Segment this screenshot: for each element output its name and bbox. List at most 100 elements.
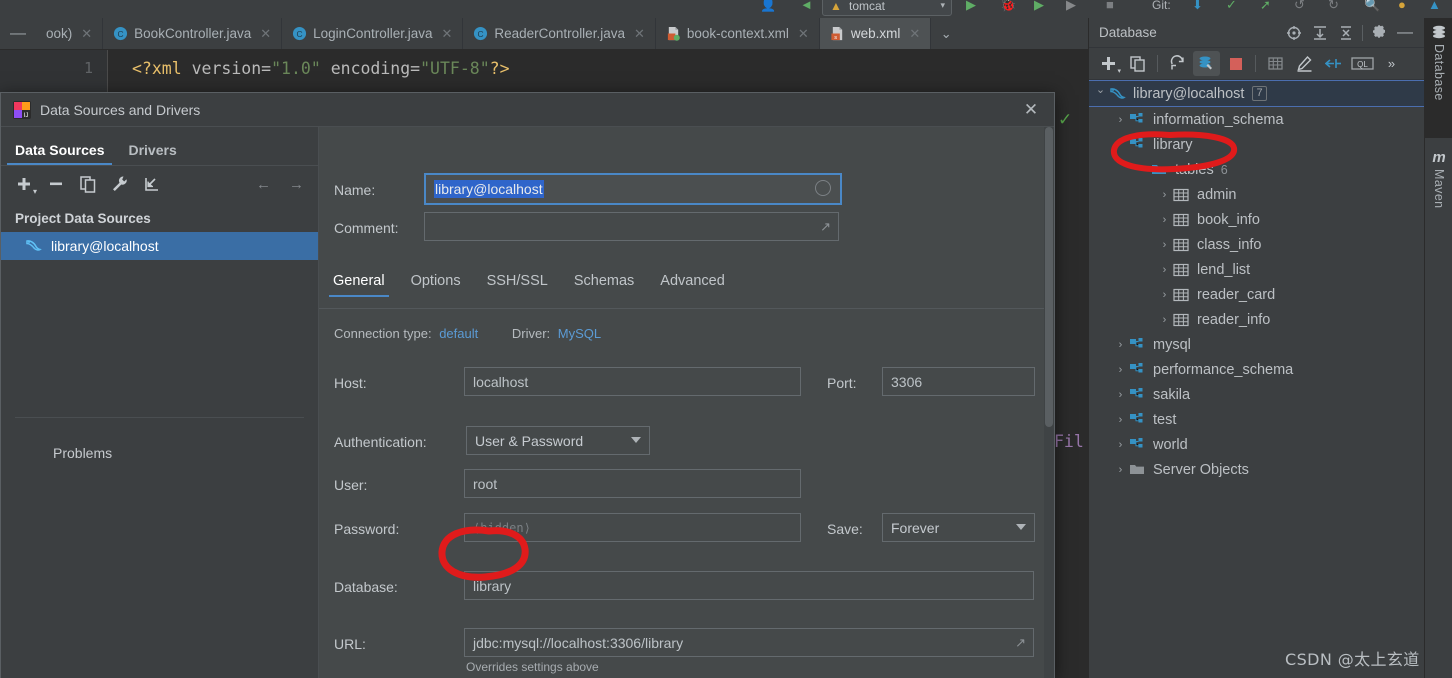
data-source-properties-icon[interactable] <box>1193 51 1220 76</box>
expand-icon[interactable]: ↗ <box>820 219 831 235</box>
tree-node-server-objects[interactable]: Server Objects <box>1089 457 1424 482</box>
database-panel-toolbar[interactable]: ▾ QL » <box>1089 48 1424 80</box>
database-tree[interactable]: library@localhost 7 information_schema l… <box>1089 80 1424 482</box>
tab-general[interactable]: General <box>329 273 389 297</box>
user-input[interactable]: root <box>464 469 801 498</box>
tab-options[interactable]: Options <box>411 273 461 297</box>
add-icon[interactable]: ▾ <box>1095 51 1122 76</box>
data-sources-and-drivers-dialog[interactable]: IJ Data Sources and Drivers ✕ Data Sourc… <box>0 92 1055 678</box>
tab-ssh-ssl[interactable]: SSH/SSL <box>487 273 548 297</box>
tree-node-test[interactable]: test <box>1089 407 1424 432</box>
tree-node-performance-schema[interactable]: performance_schema <box>1089 357 1424 382</box>
import-icon[interactable] <box>141 173 163 195</box>
close-icon[interactable]: ✕ <box>909 26 920 42</box>
editor-tab-logincontroller[interactable]: C LoginController.java ✕ <box>282 18 464 49</box>
tool-window-button-database[interactable]: Database <box>1425 18 1452 138</box>
code-line-1[interactable]: <?xml version="1.0" encoding="UTF-8"?> <box>132 59 510 78</box>
search-icon[interactable]: 🔍 <box>1364 0 1380 14</box>
minimize-button[interactable]: — <box>0 18 36 49</box>
chevron-down-icon[interactable] <box>1135 163 1150 176</box>
query-console-icon[interactable]: QL <box>1349 51 1376 76</box>
tree-node-reader-info[interactable]: reader_info <box>1089 307 1424 332</box>
close-icon[interactable]: ✕ <box>634 26 645 42</box>
close-icon[interactable]: ✕ <box>798 26 809 42</box>
data-source-item-library-localhost[interactable]: library@localhost <box>1 232 318 260</box>
dialog-left-tabs[interactable]: Data Sources Drivers <box>1 127 318 165</box>
tab-list-chevron-down-icon[interactable]: ⌄ <box>931 18 961 49</box>
chevron-right-icon[interactable] <box>1157 214 1172 226</box>
history-icon[interactable]: ↻ <box>1328 0 1339 14</box>
chevron-right-icon[interactable] <box>1157 314 1172 326</box>
save-select[interactable]: Forever <box>882 513 1035 542</box>
debug-icon[interactable]: 🐞 <box>1000 0 1016 14</box>
back-arrow-icon[interactable]: ◄ <box>800 0 813 14</box>
editor-tab-partial[interactable]: ook) ✕ <box>36 18 104 49</box>
chevron-right-icon[interactable] <box>1113 439 1128 451</box>
forward-arrow-icon[interactable]: → <box>285 176 308 193</box>
duplicate-icon[interactable] <box>1124 51 1151 76</box>
run-configuration-selector[interactable]: tomcat ▲ ▾ <box>822 0 952 16</box>
name-input[interactable]: library@localhost <box>424 173 842 205</box>
revert-icon[interactable]: ↺ <box>1294 0 1305 14</box>
jump-to-icon[interactable] <box>1320 51 1347 76</box>
expand-icon[interactable]: ↗ <box>1015 635 1026 651</box>
host-input[interactable]: localhost <box>464 367 801 396</box>
tree-node-library[interactable]: library <box>1089 132 1424 157</box>
close-icon[interactable]: ✕ <box>260 26 271 42</box>
run-coverage-icon[interactable]: ▶ <box>1034 0 1044 14</box>
tree-node-information-schema[interactable]: information_schema <box>1089 107 1424 132</box>
ide-main-toolbar[interactable]: 👤 ◄ tomcat ▲ ▾ ▶ 🐞 ▶ ▶ ■ Git: ⬇ ✓ ➚ ↺ ↻ … <box>0 0 1452 18</box>
editor-tab-web-xml[interactable]: s web.xml ✕ <box>819 18 932 49</box>
tab-drivers[interactable]: Drivers <box>128 142 176 165</box>
settings-gear-icon[interactable] <box>1366 20 1392 46</box>
close-icon[interactable]: ✕ <box>1016 95 1046 125</box>
chevron-right-icon[interactable] <box>1157 189 1172 201</box>
close-icon[interactable]: ✕ <box>81 26 92 42</box>
url-input[interactable]: jdbc:mysql://localhost:3306/library ↗ <box>464 628 1034 657</box>
tree-node-world[interactable]: world <box>1089 432 1424 457</box>
tree-node-book-info[interactable]: book_info <box>1089 207 1424 232</box>
chevron-right-icon[interactable] <box>1113 339 1128 351</box>
database-input[interactable]: library <box>464 571 1034 600</box>
tree-node-mysql[interactable]: mysql <box>1089 332 1424 357</box>
authentication-select[interactable]: User & Password <box>466 426 650 455</box>
database-tool-window[interactable]: Database — ▾ QL » ⌄ library@localhost 7 … <box>1088 18 1424 678</box>
chevron-right-icon[interactable] <box>1113 389 1128 401</box>
chevron-right-icon[interactable] <box>1113 114 1128 126</box>
comment-input[interactable]: ↗ <box>424 212 839 241</box>
tab-advanced[interactable]: Advanced <box>660 273 725 297</box>
wrench-icon[interactable] <box>109 173 131 195</box>
editor-tab-book-context-xml[interactable]: book-context.xml ✕ <box>656 18 820 49</box>
update-project-icon[interactable]: ⬇ <box>1192 0 1203 14</box>
run-icon[interactable]: ▶ <box>966 0 976 14</box>
warning-icon[interactable]: ● <box>1398 0 1406 14</box>
refresh-icon[interactable] <box>1164 51 1191 76</box>
profiler-icon[interactable]: ▶ <box>1066 0 1076 14</box>
tree-node-class-info[interactable]: class_info <box>1089 232 1424 257</box>
chevron-right-icon[interactable] <box>1113 414 1128 426</box>
chevron-down-icon[interactable] <box>1093 87 1108 100</box>
tool-window-button-maven[interactable]: m Maven <box>1425 142 1452 242</box>
duplicate-icon[interactable] <box>77 173 99 195</box>
hide-icon[interactable]: — <box>1392 20 1418 46</box>
dialog-form-scrollbar[interactable] <box>1044 127 1054 678</box>
chevron-down-icon[interactable] <box>1113 138 1128 151</box>
editor-tab-readercontroller[interactable]: C ReaderController.java ✕ <box>463 18 656 49</box>
dialog-right-panel[interactable]: Name: library@localhost Comment: ↗ Gener… <box>319 127 1054 678</box>
editor-tab-bar[interactable]: — ook) ✕ C BookController.java ✕ C Login… <box>0 18 1088 50</box>
collapse-all-icon[interactable] <box>1333 20 1359 46</box>
stop-icon[interactable] <box>1222 51 1249 76</box>
scrollbar-thumb[interactable] <box>1045 127 1053 427</box>
tree-node-sakila[interactable]: sakila <box>1089 382 1424 407</box>
chevron-right-icon[interactable] <box>1113 464 1128 476</box>
modify-icon[interactable] <box>1291 51 1318 76</box>
add-icon[interactable]: ▾ <box>13 173 37 196</box>
tab-schemas[interactable]: Schemas <box>574 273 634 297</box>
tree-node-tables[interactable]: tables 6 <box>1089 157 1424 182</box>
more-icon[interactable]: » <box>1378 51 1405 76</box>
chevron-right-icon[interactable] <box>1157 264 1172 276</box>
editor-tab-bookcontroller[interactable]: C BookController.java ✕ <box>103 18 283 49</box>
tree-node-lend-list[interactable]: lend_list <box>1089 257 1424 282</box>
expand-all-icon[interactable] <box>1307 20 1333 46</box>
tree-node-admin[interactable]: admin <box>1089 182 1424 207</box>
